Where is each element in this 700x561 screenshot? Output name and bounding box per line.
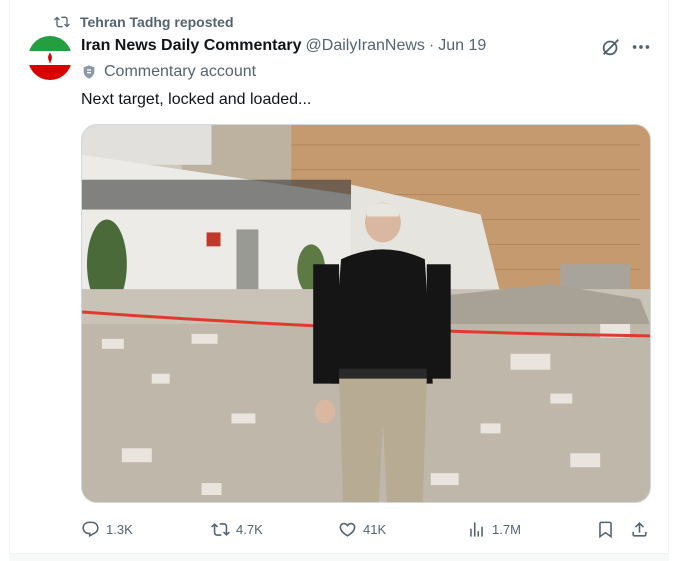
like-icon (339, 522, 356, 537)
timeline-border-left (9, 0, 10, 561)
header-separator: · (428, 37, 435, 54)
account-label[interactable]: Commentary account (81, 63, 256, 81)
tweet-action-bar: 1.3K 4.7K 41K 1.7M (81, 516, 651, 542)
views-button[interactable]: 1.7M (467, 516, 521, 542)
repost-icon (211, 522, 230, 536)
reply-button[interactable]: 1.3K (81, 516, 133, 542)
shield-icon (83, 65, 95, 79)
author-display-name[interactable]: Iran News Daily Commentary (81, 37, 302, 55)
timeline-border-right (668, 0, 669, 561)
views-icon (470, 521, 483, 537)
tweet-text: Next target, locked and loaded... (81, 91, 312, 108)
repost-indicator[interactable]: Tehran Tadhg reposted (54, 14, 234, 30)
photo-man-standing-in-rubble (82, 125, 650, 502)
more-icon[interactable] (630, 36, 652, 58)
like-button[interactable]: 41K (338, 516, 386, 542)
tweet-photo[interactable] (81, 124, 651, 503)
like-count: 41K (363, 521, 387, 537)
grok-icon[interactable] (600, 36, 622, 58)
share-button[interactable] (630, 516, 649, 542)
iran-flag-avatar (28, 36, 72, 80)
author-avatar[interactable] (28, 36, 72, 80)
timeline-divider (9, 553, 669, 561)
share-icon (632, 521, 647, 537)
account-label-text: Commentary account (104, 63, 257, 80)
tweet-date[interactable]: Jun 19 (438, 37, 486, 55)
bookmark-button[interactable] (596, 516, 615, 542)
repost-count: 4.7K (236, 521, 263, 537)
author-handle[interactable]: @DailyIranNews (306, 37, 425, 55)
tweet-header: Iran News Daily Commentary @DailyIranNew… (81, 37, 486, 55)
views-count: 1.7M (492, 521, 521, 537)
repost-icon (54, 16, 70, 28)
repost-label: Tehran Tadhg reposted (80, 14, 234, 30)
bookmark-icon (599, 521, 612, 538)
reply-icon (82, 521, 99, 537)
reply-count: 1.3K (106, 521, 133, 537)
repost-button[interactable]: 4.7K (211, 516, 263, 542)
